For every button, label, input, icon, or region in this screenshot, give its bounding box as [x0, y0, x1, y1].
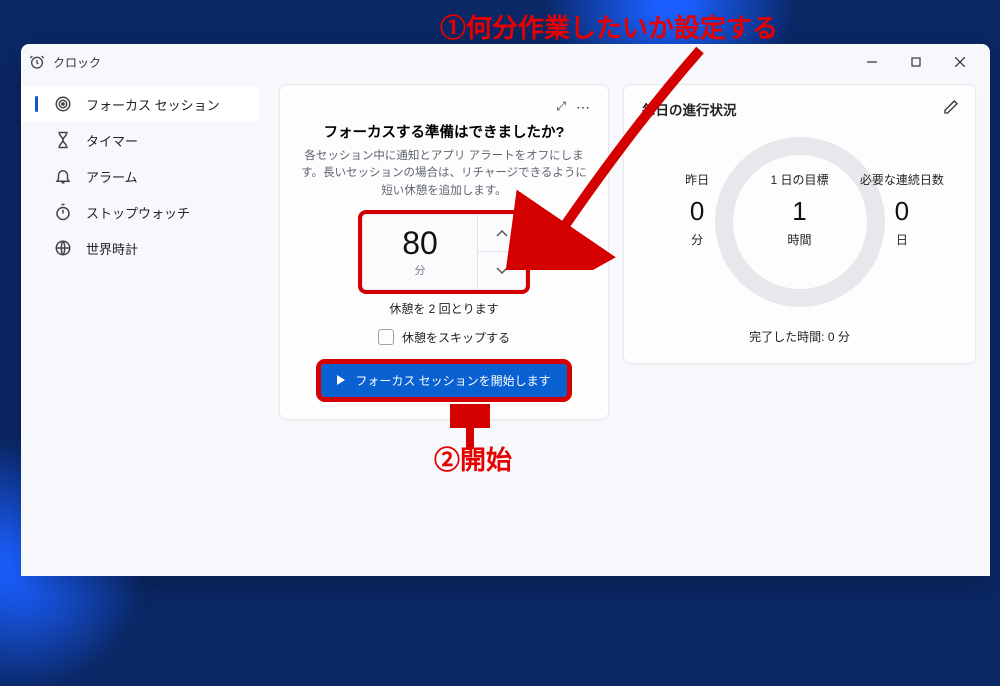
skip-breaks-row[interactable]: 休憩をスキップする [298, 329, 590, 346]
pencil-icon[interactable] [943, 99, 959, 120]
globe-icon [54, 239, 72, 257]
bell-icon [54, 167, 72, 185]
progress-title: 毎日の進行状況 [642, 99, 957, 119]
sidebar-item-label: フォーカス セッション [86, 95, 220, 114]
sidebar-item-timer[interactable]: タイマー [21, 122, 269, 158]
more-icon[interactable]: ⋯ [576, 99, 590, 119]
start-button-label: フォーカス セッションを開始します [355, 372, 550, 389]
duration-stepper[interactable]: 80 分 [362, 214, 526, 290]
sidebar-item-alarm[interactable]: アラーム [21, 158, 269, 194]
sidebar: フォーカス セッション タイマー アラーム ストップウォッチ 世界時計 [21, 80, 269, 576]
maximize-button[interactable] [894, 47, 938, 77]
minimize-button[interactable] [850, 47, 894, 77]
skip-breaks-checkbox[interactable] [378, 329, 394, 345]
target-icon [54, 95, 72, 113]
app-body: フォーカス セッション タイマー アラーム ストップウォッチ 世界時計 [21, 80, 990, 576]
hourglass-icon [54, 131, 72, 149]
stats-row: 昨日 0 分 1 日の目標 1 時間 必要な連続日数 0 日 [642, 171, 957, 248]
close-button[interactable] [938, 47, 982, 77]
sidebar-item-focus-sessions[interactable]: フォーカス セッション [21, 86, 259, 122]
alarm-clock-icon [29, 54, 45, 70]
breaks-text: 休憩を 2 回とります [298, 300, 590, 317]
completed-time-text: 完了した時間: 0 分 [642, 328, 957, 345]
focus-setup-card: ⤢ ⋯ フォーカスする準備はできましたか? 各セッション中に通知とアプリ アラー… [279, 84, 609, 420]
duration-unit: 分 [415, 262, 426, 278]
sidebar-item-label: タイマー [86, 131, 138, 150]
increment-button[interactable] [478, 215, 525, 253]
duration-display: 80 分 [363, 215, 477, 289]
expand-icon[interactable]: ⤢ [556, 99, 566, 119]
stopwatch-icon [54, 203, 72, 221]
sidebar-item-label: 世界時計 [86, 239, 138, 258]
decrement-button[interactable] [478, 252, 525, 289]
sidebar-item-label: アラーム [86, 167, 138, 186]
duration-value: 80 [402, 225, 438, 262]
focus-description: 各セッション中に通知とアプリ アラートをオフにします。長いセッションの場合は、リ… [298, 148, 590, 200]
play-icon [337, 375, 345, 385]
daily-progress-card: 毎日の進行状況 昨日 0 分 1 日の目標 1 時間 必要な連続日数 [623, 84, 976, 364]
stat-daily-goal: 1 日の目標 1 時間 [748, 171, 850, 248]
sidebar-item-world-clock[interactable]: 世界時計 [21, 230, 269, 266]
skip-breaks-label: 休憩をスキップする [402, 329, 510, 346]
stat-streak-needed: 必要な連続日数 0 日 [851, 171, 953, 248]
content: ⤢ ⋯ フォーカスする準備はできましたか? 各セッション中に通知とアプリ アラー… [269, 80, 990, 576]
stat-yesterday: 昨日 0 分 [646, 171, 748, 248]
sidebar-item-stopwatch[interactable]: ストップウォッチ [21, 194, 269, 230]
app-title: クロック [53, 54, 101, 71]
start-focus-button[interactable]: フォーカス セッションを開始します [321, 364, 566, 397]
focus-title: フォーカスする準備はできましたか? [298, 121, 590, 142]
app-window: クロック フォーカス セッション タイマー アラーム [21, 44, 990, 576]
sidebar-item-label: ストップウォッチ [86, 203, 190, 222]
titlebar: クロック [21, 44, 990, 80]
